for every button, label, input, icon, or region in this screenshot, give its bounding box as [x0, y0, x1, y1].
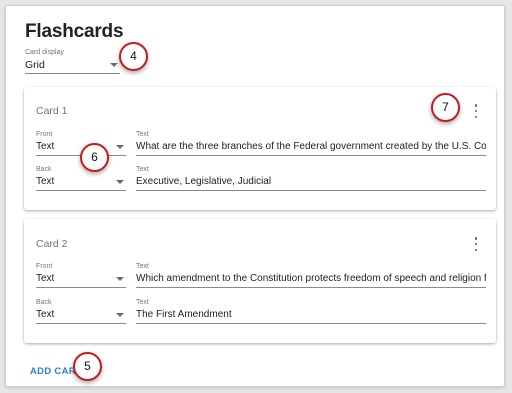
arrow-drop-down-icon	[116, 313, 124, 317]
back-type-select[interactable]: Back Text	[36, 299, 126, 324]
back-type-value: Text	[36, 309, 55, 320]
front-text-value: What are the three branches of the Feder…	[136, 141, 486, 152]
back-text-value: The First Amendment	[136, 309, 232, 320]
front-text-field[interactable]: Text What are the three branches of the …	[136, 131, 486, 156]
front-text-label: Text	[136, 131, 149, 138]
arrow-drop-down-icon	[116, 180, 124, 184]
front-type-select[interactable]: Front Text	[36, 263, 126, 288]
back-text-value: Executive, Legislative, Judicial	[136, 176, 272, 187]
arrow-drop-down-icon	[110, 63, 118, 67]
page-title: Flashcards	[25, 21, 124, 42]
front-text-field[interactable]: Text Which amendment to the Constitution…	[136, 263, 486, 288]
front-type-value: Text	[36, 273, 55, 284]
callout-badge-4: 4	[119, 42, 148, 71]
back-type-label: Back	[36, 299, 52, 306]
front-type-label: Front	[36, 263, 53, 270]
back-type-label: Back	[36, 166, 52, 173]
callout-badge-7: 7	[431, 93, 460, 122]
back-type-value: Text	[36, 176, 55, 187]
card-display-value: Grid	[25, 59, 45, 71]
card-title: Card 2	[36, 238, 68, 250]
front-type-label: Front	[36, 131, 53, 138]
back-text-label: Text	[136, 299, 149, 306]
back-text-label: Text	[136, 166, 149, 173]
card-display-select[interactable]: Card display Grid	[25, 49, 120, 74]
flashcard-2: Card 2 Front Text Text Which amendment t…	[24, 219, 496, 343]
more-vert-icon[interactable]	[472, 237, 480, 251]
arrow-drop-down-icon	[116, 145, 124, 149]
back-type-select[interactable]: Back Text	[36, 166, 126, 191]
card-title: Card 1	[36, 105, 68, 117]
back-text-field[interactable]: Text Executive, Legislative, Judicial	[136, 166, 486, 191]
more-vert-icon[interactable]	[472, 104, 480, 118]
front-text-value: Which amendment to the Constitution prot…	[136, 273, 486, 284]
arrow-drop-down-icon	[116, 277, 124, 281]
back-text-field[interactable]: Text The First Amendment	[136, 299, 486, 324]
callout-badge-6: 6	[80, 143, 109, 172]
flashcards-panel: Flashcards Card display Grid Card 1 Fron…	[5, 5, 505, 387]
front-text-label: Text	[136, 263, 149, 270]
card-display-label: Card display	[25, 49, 64, 56]
callout-badge-5: 5	[73, 352, 102, 381]
